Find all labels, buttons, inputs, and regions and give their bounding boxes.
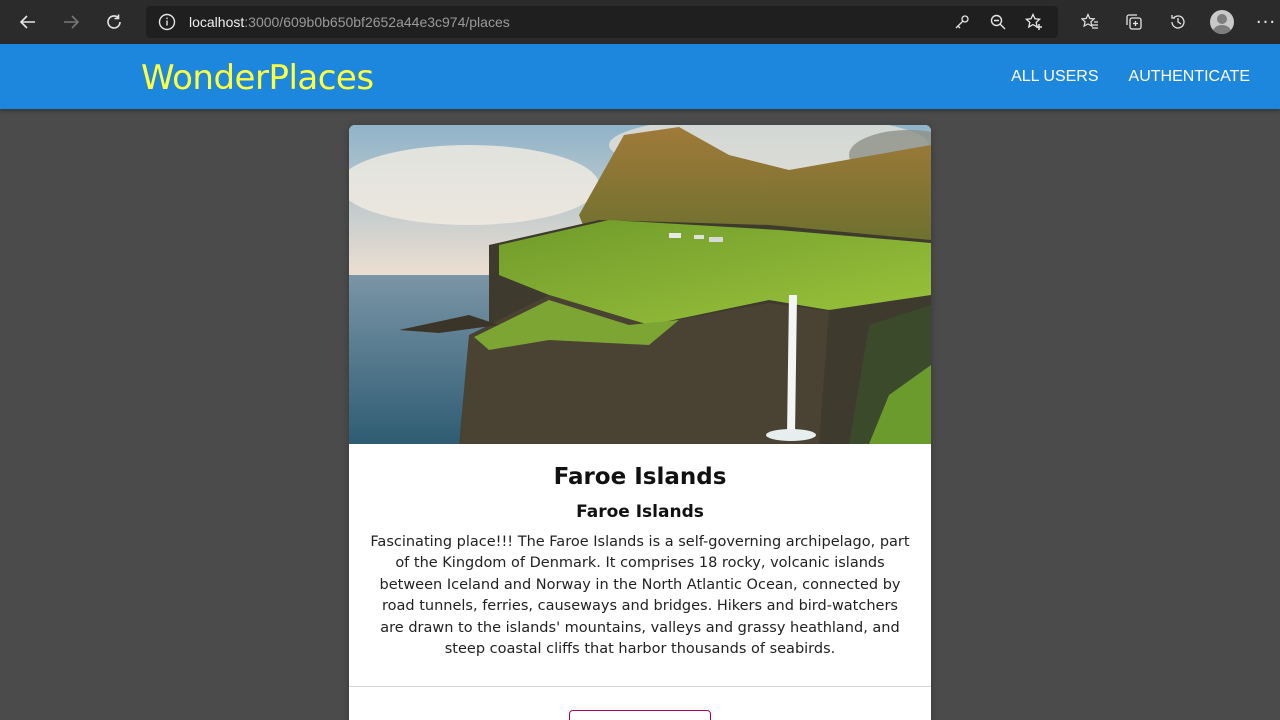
browser-toolbar: localhost:3000/609b0b650bf2652a44e3c974/…: [0, 0, 1280, 44]
favorites-icon[interactable]: [1068, 0, 1112, 44]
url-text[interactable]: localhost:3000/609b0b650bf2652a44e3c974/…: [189, 14, 510, 30]
forward-icon[interactable]: [56, 7, 86, 37]
nav-all-users[interactable]: ALL USERS: [1011, 68, 1098, 86]
add-favorite-icon[interactable]: [1016, 6, 1052, 38]
zoom-icon[interactable]: [980, 6, 1016, 38]
main-nav: ALL USERS AUTHENTICATE: [981, 44, 1250, 109]
history-icon[interactable]: [1156, 0, 1200, 44]
key-icon[interactable]: [944, 6, 980, 38]
app-logo[interactable]: WonderPlaces: [141, 58, 374, 98]
avatar: [1210, 10, 1234, 34]
place-title: Faroe Islands: [553, 464, 727, 490]
profile-icon[interactable]: [1200, 0, 1244, 44]
url-path: :3000/609b0b650bf2652a44e3c974/places: [244, 14, 510, 30]
reload-icon[interactable]: [99, 7, 129, 37]
back-icon[interactable]: [13, 7, 43, 37]
url-host: localhost: [189, 14, 245, 30]
collections-icon[interactable]: [1112, 0, 1156, 44]
place-card: Faroe Islands Faroe Islands Fascinating …: [349, 125, 931, 720]
site-info-icon[interactable]: [158, 13, 176, 31]
card-divider: [349, 686, 931, 687]
view-on-map-button[interactable]: [569, 710, 711, 720]
place-image: [349, 125, 931, 444]
nav-authenticate[interactable]: AUTHENTICATE: [1129, 68, 1250, 86]
more-icon[interactable]: ···: [1244, 0, 1280, 44]
app-header: WonderPlaces ALL USERS AUTHENTICATE: [0, 44, 1280, 109]
address-bar[interactable]: localhost:3000/609b0b650bf2652a44e3c974/…: [146, 6, 1058, 38]
place-address: Faroe Islands: [576, 502, 704, 522]
place-description: Fascinating place!!! The Faroe Islands i…: [370, 534, 910, 658]
